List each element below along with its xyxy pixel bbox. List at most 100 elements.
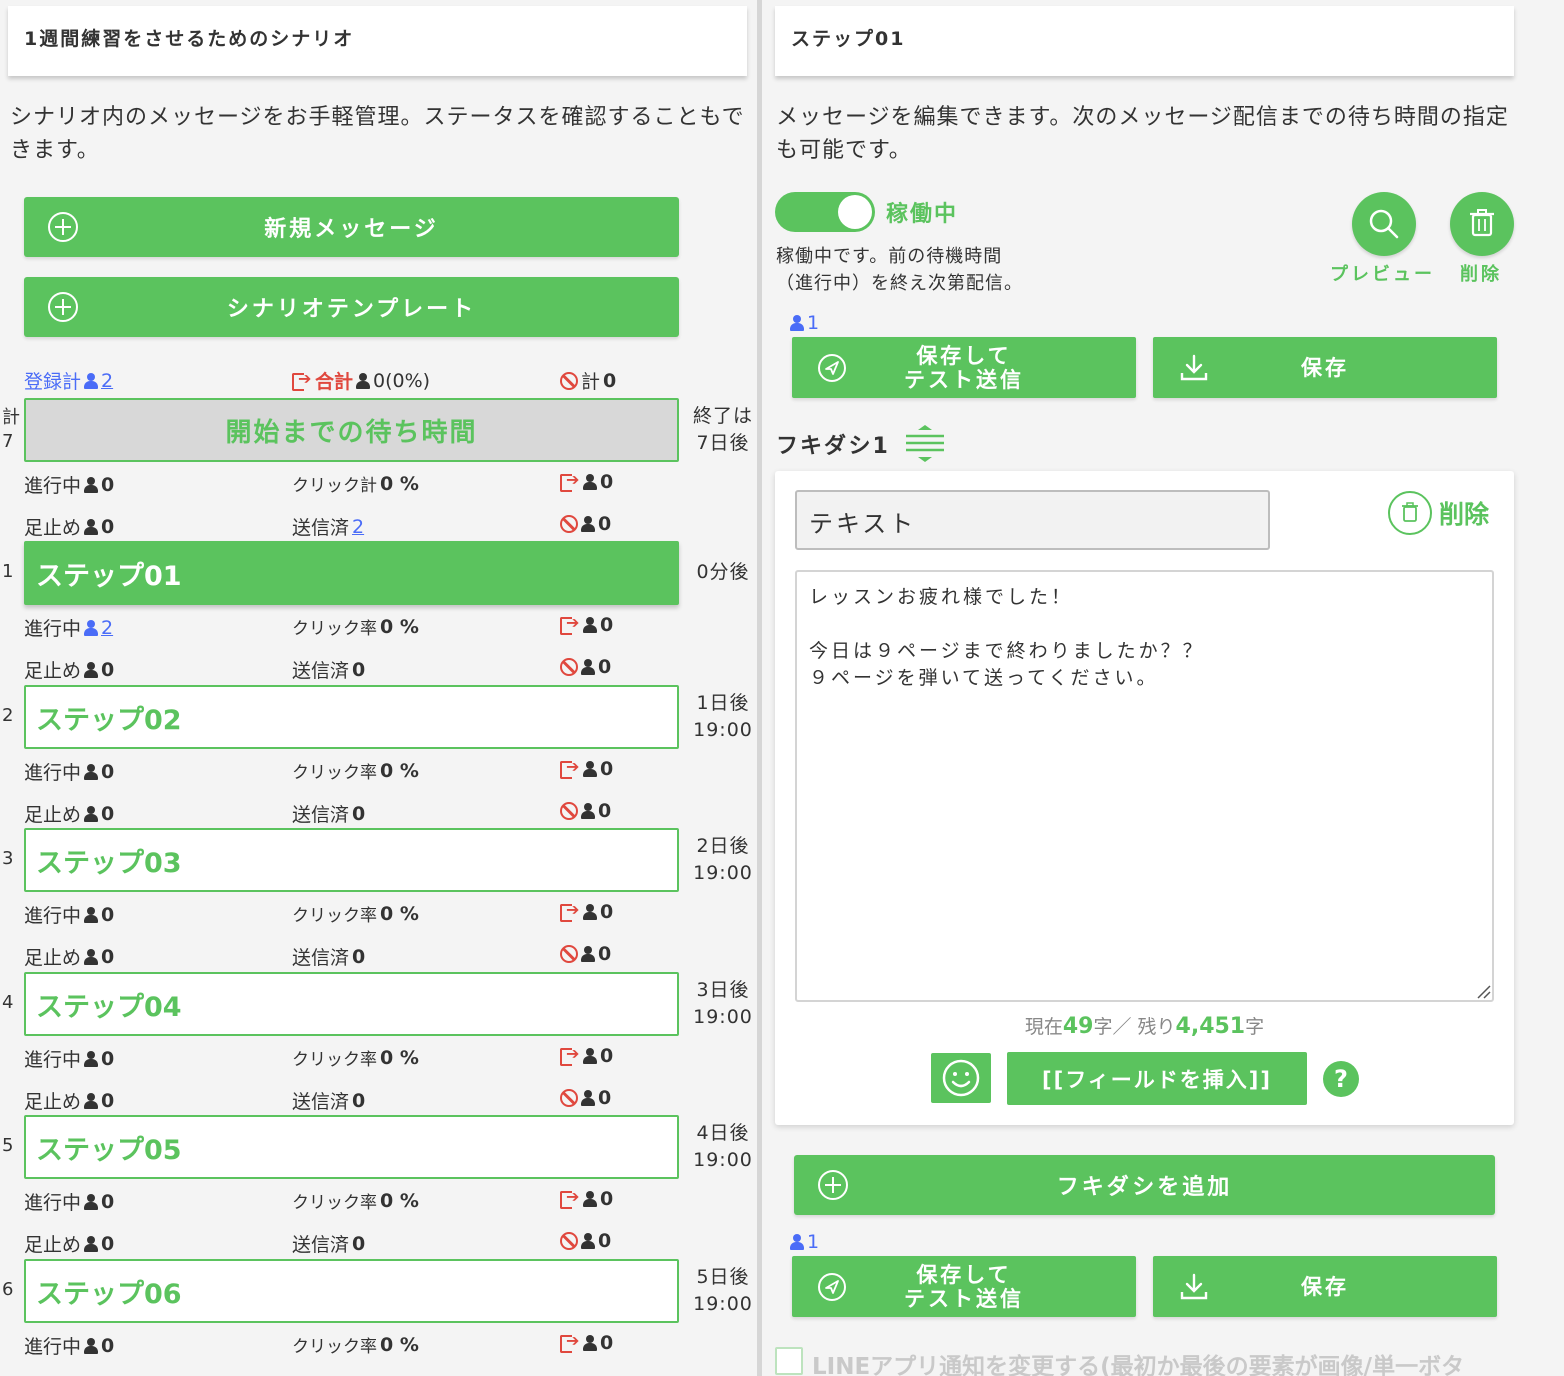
registered-count-link[interactable]: 2	[101, 370, 113, 392]
step-progress-stat: 進行中 0	[24, 758, 114, 785]
active-toggle[interactable]	[775, 192, 875, 232]
step-item[interactable]: ステップ03	[24, 828, 679, 892]
bubble-delete-button[interactable]	[1388, 491, 1432, 535]
step-exit-stat: 0	[560, 1044, 613, 1067]
step-timing: 0分後	[690, 559, 756, 586]
step-stop-stat: 足止め 0	[24, 656, 114, 683]
user-icon	[581, 803, 595, 819]
total-label: 合計	[315, 371, 354, 393]
add-bubble-button[interactable]: フキダシを追加	[794, 1155, 1495, 1215]
progress-label: 進行中	[24, 618, 82, 640]
preview-button[interactable]	[1352, 192, 1416, 256]
sent-count: 0	[352, 1089, 366, 1112]
status-text: 稼働中です。前の待機時間 （進行中）を終え次第配信。	[776, 243, 1023, 297]
new-message-button[interactable]: 新規メッセージ	[24, 197, 679, 257]
wait-after-line1: 終了は	[692, 405, 753, 427]
step-index: 3	[2, 848, 14, 869]
sent-count-link[interactable]: 2	[352, 516, 364, 538]
registered-total: 登録計 2	[24, 367, 113, 394]
sent-count: 0	[352, 658, 366, 681]
sent-label: 送信済	[292, 1091, 350, 1113]
count-suffix: 字	[1245, 1016, 1265, 1038]
drag-handle-icon[interactable]	[904, 424, 946, 464]
user-icon	[583, 1191, 597, 1207]
step-exit-stat: 0	[560, 757, 613, 780]
bubble-delete-label[interactable]: 削除	[1439, 495, 1489, 531]
step-timing: 5日後 19:00	[690, 1264, 756, 1318]
step-name: ステップ03	[36, 847, 182, 879]
step-timing-line1: 1日後	[696, 692, 750, 714]
wait-exit-stat: 0	[560, 470, 613, 493]
status-text-line1: 稼働中です。前の待機時間	[776, 246, 1003, 267]
step-item[interactable]: ステップ04	[24, 972, 679, 1036]
step-sent-stat: 送信済 0	[292, 800, 365, 827]
user-icon	[84, 1092, 99, 1109]
count-mid: 字／ 残り	[1093, 1016, 1176, 1038]
click-label: クリック計	[292, 476, 377, 496]
bubble-type-select[interactable]: テキスト	[795, 490, 1270, 550]
block-count: 0	[598, 513, 612, 535]
wait-index-value: 7	[2, 431, 14, 452]
stop-count: 0	[101, 515, 115, 538]
line-notify-checkbox[interactable]	[775, 1347, 803, 1375]
save-test-line1: 保存して	[916, 1262, 1012, 1287]
delete-step-button[interactable]	[1450, 192, 1514, 256]
step-item[interactable]: ステップ05	[24, 1115, 679, 1179]
click-rate-label: クリック率	[292, 619, 377, 639]
step-name: ステップ01	[36, 560, 182, 592]
progress-count-link[interactable]: 2	[101, 617, 113, 639]
wait-time-item[interactable]: 開始までの待ち時間	[24, 398, 679, 462]
save-test-line1: 保存して	[916, 343, 1012, 368]
stop-count: 0	[101, 1089, 115, 1112]
progress-label: 進行中	[24, 1336, 82, 1358]
step-name: ステップ04	[36, 991, 182, 1023]
sign-out-icon	[560, 1044, 580, 1066]
step-sent-stat: 送信済 0	[292, 943, 365, 970]
step-item[interactable]: ステップ06	[24, 1259, 679, 1323]
stop-count: 0	[101, 658, 115, 681]
plus-circle-icon	[48, 292, 78, 322]
bubble-title: フキダシ1	[776, 434, 890, 459]
step-timing-line1: 2日後	[696, 835, 750, 857]
save-button-bottom[interactable]: 保存	[1153, 1256, 1497, 1317]
sent-label: 送信済	[292, 947, 350, 969]
message-textarea[interactable]: レッスンお疲れ様でした！ 今日は９ページまで終わりましたか？？ ９ページを弾いて…	[795, 570, 1494, 1002]
user-icon	[84, 1050, 99, 1067]
progress-label: 進行中	[24, 475, 82, 497]
click-rate-value: 0 %	[380, 615, 419, 638]
user-icon	[581, 659, 595, 675]
step-stop-stat: 足止め 0	[24, 1230, 114, 1257]
save-and-test-label: 保存して テスト送信	[904, 344, 1024, 392]
save-label: 保存	[1301, 355, 1349, 380]
step-name: ステップ05	[36, 1134, 182, 1166]
trash-icon	[1470, 209, 1494, 237]
resize-grip-icon[interactable]	[1475, 983, 1491, 999]
stop-label: 足止め	[24, 947, 82, 969]
step-item[interactable]: ステップ01	[24, 541, 679, 605]
save-button[interactable]: 保存	[1153, 337, 1497, 398]
user-icon	[84, 805, 99, 822]
step-item[interactable]: ステップ02	[24, 685, 679, 749]
step-click-stat: クリック率 0 %	[292, 1188, 419, 1214]
scenario-template-button[interactable]: シナリオテンプレート	[24, 277, 679, 337]
wait-index: 計 7	[2, 406, 20, 454]
emoji-button[interactable]	[931, 1053, 991, 1103]
insert-field-button[interactable]: [[フィールドを挿入]]	[1007, 1052, 1307, 1105]
click-rate-label: クリック率	[292, 1050, 377, 1070]
save-and-test-button[interactable]: 保存して テスト送信	[792, 337, 1136, 398]
exit-count: 0	[600, 1332, 614, 1354]
step-name: ステップ06	[36, 1278, 182, 1310]
step-description: メッセージを編集できます。次のメッセージ配信までの待ち時間の指定も可能です。	[776, 105, 1509, 163]
save-and-test-label: 保存して テスト送信	[904, 1263, 1024, 1311]
char-count: 現在49字／ 残り4,451字	[775, 1012, 1514, 1039]
progress-label: 進行中	[24, 1049, 82, 1071]
step-timing: 3日後 19:00	[690, 977, 756, 1031]
ban-icon	[560, 1089, 578, 1107]
save-test-line2: テスト送信	[904, 367, 1024, 392]
user-icon	[84, 763, 99, 780]
step-sent-stat: 送信済 0	[292, 656, 365, 683]
help-button[interactable]: ?	[1323, 1061, 1359, 1097]
save-and-test-button-bottom[interactable]: 保存して テスト送信	[792, 1256, 1136, 1317]
user-icon	[581, 946, 595, 962]
count-current: 49	[1062, 1014, 1094, 1039]
